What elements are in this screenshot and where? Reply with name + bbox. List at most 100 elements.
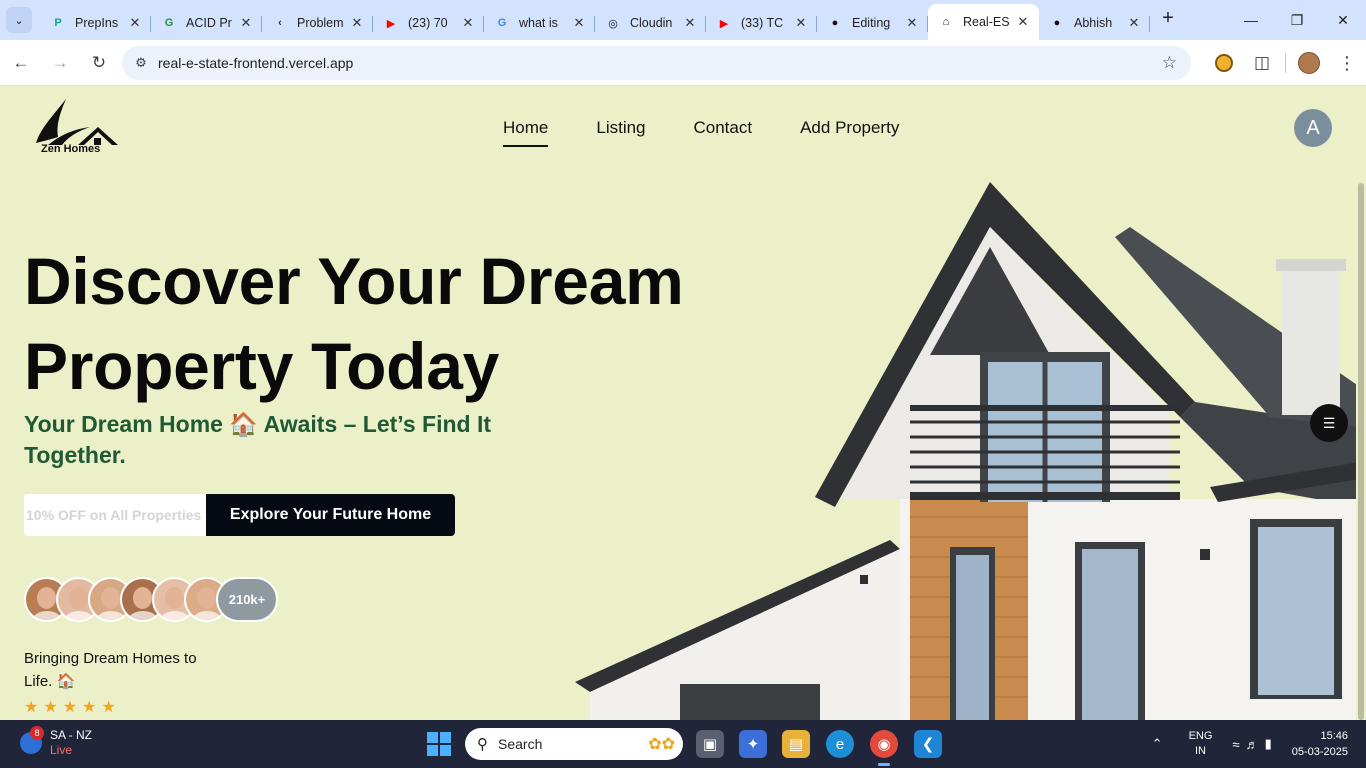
close-window-button[interactable]: ✕ [1320, 0, 1366, 40]
bookmark-star-icon[interactable]: ☆ [1162, 53, 1177, 73]
wifi-icon[interactable]: ≈ [1232, 737, 1239, 752]
search-label: Search [498, 736, 543, 752]
kebab-menu-icon: ⋮ [1338, 52, 1356, 73]
task-view-icon[interactable]: ▣ [696, 730, 724, 758]
page-scrollbar[interactable] [1356, 87, 1366, 720]
tab-strip: P PrepIns ✕ G ACID Pr ✕ ‹ Problem ✕ ▶ (23) 70 ✕ Gwha… [40, 0, 1150, 40]
browser-menu-button[interactable]: ⋮ [1329, 45, 1365, 81]
browser-tab[interactable]: ● Editing ✕ [817, 6, 928, 40]
language-indicator[interactable]: ENG IN [1189, 729, 1213, 759]
system-tray: ⌃ ENG IN ≈ ♬ ▮ 15:46 05-03-2025 [1152, 720, 1366, 768]
hero-subtitle: Your Dream Home 🏠 Awaits – Let’s Find It… [24, 411, 492, 468]
browser-toolbar: ← → ↻ ⚙ real-e-state-frontend.vercel.app… [0, 40, 1366, 86]
main-nav: Home Listing Contact Add Property [503, 118, 947, 147]
user-avatar[interactable]: A [1294, 109, 1332, 147]
file-explorer-icon[interactable]: ▤ [782, 730, 810, 758]
logo-text: Zen Homes [41, 143, 101, 155]
promo-input[interactable] [24, 494, 206, 536]
vscode-icon[interactable]: ❮ [914, 730, 942, 758]
toolbar-actions: ◫ ⋮ [1205, 40, 1366, 86]
hero-title: Discover Your Dream Property Today [24, 244, 684, 403]
battery-icon[interactable]: ▮ [1265, 736, 1272, 752]
google-icon: G [497, 17, 507, 29]
star-icon: ★ [24, 699, 39, 716]
tab-close-icon[interactable]: ✕ [682, 15, 698, 31]
leetcode-icon: ‹ [278, 17, 282, 29]
site-info-icon[interactable]: ⚙ [126, 55, 156, 71]
customer-count-badge: 210k+ [216, 577, 278, 622]
star-icon: ★ [101, 699, 116, 716]
weather-widget[interactable]: 8 SA - NZ Live [20, 726, 92, 758]
explore-button[interactable]: Explore Your Future Home [206, 494, 455, 536]
tab-close-icon[interactable]: ✕ [1015, 14, 1031, 30]
clock[interactable]: 15:46 05-03-2025 [1292, 728, 1348, 760]
extension-button[interactable] [1206, 45, 1242, 81]
tab-title: Problem [297, 16, 344, 30]
browser-tab[interactable]: ◎ Cloudin ✕ [595, 6, 706, 40]
tab-title: Cloudin [630, 16, 673, 30]
minimize-button[interactable]: — [1228, 0, 1274, 40]
scrollbar-thumb[interactable] [1358, 183, 1364, 720]
nav-home[interactable]: Home [503, 118, 549, 147]
chrome-icon[interactable]: ◉ [870, 730, 898, 766]
browser-tab[interactable]: ● Abhish ✕ [1039, 6, 1150, 40]
taskbar-search[interactable]: ⚲ Search ✿✿ [465, 728, 683, 760]
copilot-icon[interactable]: ✦ [739, 730, 767, 758]
tab-search-button[interactable]: ⌄ [6, 7, 32, 33]
clock-time: 15:46 [1320, 730, 1348, 742]
language-code: ENG [1188, 730, 1213, 742]
profile-button[interactable] [1291, 45, 1327, 81]
tray-overflow-icon[interactable]: ⌃ [1152, 736, 1163, 752]
weather-status: Live [50, 743, 73, 757]
toolbar-divider [1285, 53, 1286, 73]
browser-tab[interactable]: ▶ (33) TC ✕ [706, 6, 817, 40]
youtube-icon: ▶ [719, 17, 729, 30]
volume-icon[interactable]: ♬ [1246, 737, 1259, 752]
star-icon: ★ [62, 699, 78, 716]
tab-close-icon[interactable]: ✕ [793, 15, 809, 31]
tab-close-icon[interactable]: ✕ [127, 15, 143, 31]
browser-tab-bar: ⌄ P PrepIns ✕ G ACID Pr ✕ ‹ Problem ✕ ▶ (23) 70 ✕ Gw… [0, 0, 1366, 40]
address-url[interactable]: real-e-state-frontend.vercel.app [158, 55, 353, 71]
extensions-button[interactable]: ◫ [1244, 45, 1280, 81]
language-region: IN [1195, 745, 1206, 757]
customer-avatars: 210k+ [24, 577, 278, 622]
start-button[interactable] [427, 732, 451, 756]
forward-button[interactable]: → [42, 45, 78, 81]
nav-add-property[interactable]: Add Property [800, 118, 899, 138]
flowers-icon: ✿✿ [648, 736, 675, 753]
hero-tagline: Bringing Dream Homes to Life. 🏠 [24, 650, 197, 690]
browser-tab-active[interactable]: ⌂ Real-ES ✕ [928, 4, 1039, 40]
browser-tab[interactable]: ▶ (23) 70 ✕ [373, 6, 484, 40]
youtube-icon: ▶ [386, 17, 396, 30]
filter-menu-button[interactable]: ☰ [1310, 404, 1348, 442]
tab-close-icon[interactable]: ✕ [1126, 15, 1142, 31]
tab-close-icon[interactable]: ✕ [238, 15, 254, 31]
tab-close-icon[interactable]: ✕ [904, 15, 920, 31]
browser-tab[interactable]: P PrepIns ✕ [40, 6, 151, 40]
edge-icon[interactable]: e [826, 730, 854, 758]
browser-tab[interactable]: G ACID Pr ✕ [151, 6, 262, 40]
browser-tab[interactable]: ‹ Problem ✕ [262, 6, 373, 40]
rating-stars: ★ ★ ★ ★ ★ [24, 697, 116, 717]
back-button[interactable]: ← [3, 45, 39, 81]
address-bar[interactable]: ⚙ real-e-state-frontend.vercel.app ☆ [122, 46, 1191, 80]
tab-close-icon[interactable]: ✕ [460, 15, 476, 31]
weather-icon: 8 [20, 726, 44, 754]
windows-taskbar: 8 SA - NZ Live ⚲ Search ✿✿ ▣ ✦ ▤ e ◉ ❮ ⌃… [0, 720, 1366, 768]
reload-button[interactable]: ↻ [81, 45, 117, 81]
tab-close-icon[interactable]: ✕ [349, 15, 365, 31]
extension-icon [1215, 54, 1233, 72]
menu-list-icon: ☰ [1322, 414, 1336, 431]
puzzle-icon: ◫ [1253, 53, 1271, 72]
new-tab-button[interactable]: + [1154, 4, 1182, 32]
browser-tab[interactable]: Gwhat is ✕ [484, 6, 595, 40]
tab-title: (23) 70 [408, 16, 448, 30]
maximize-button[interactable]: ❐ [1274, 0, 1320, 40]
tab-close-icon[interactable]: ✕ [571, 15, 587, 31]
tab-title: what is [519, 16, 558, 30]
profile-avatar [1298, 52, 1320, 74]
nav-listing[interactable]: Listing [596, 118, 645, 138]
star-icon: ★ [43, 699, 58, 716]
nav-contact[interactable]: Contact [694, 118, 753, 138]
